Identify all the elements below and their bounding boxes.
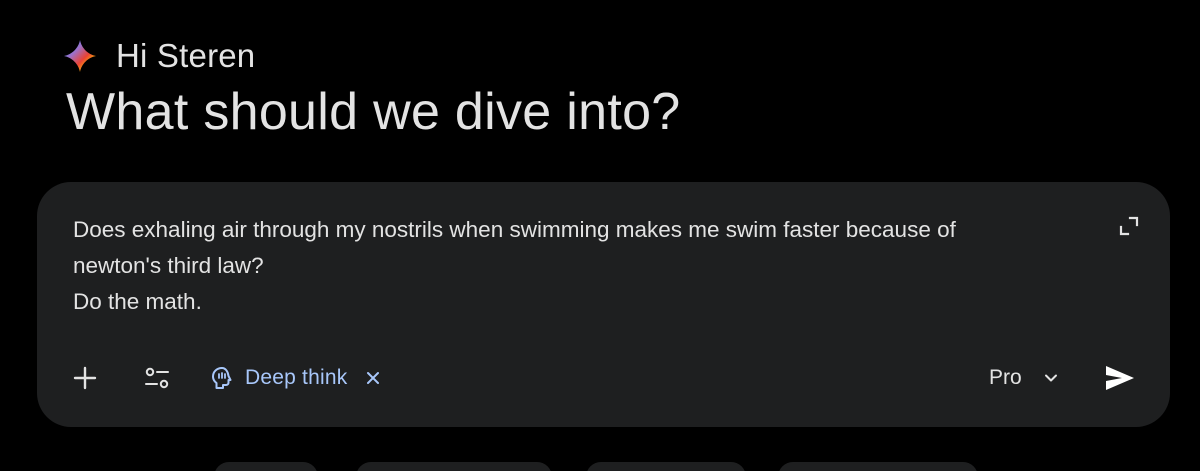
prompt-input[interactable]: Does exhaling air through my nostrils wh… — [73, 212, 1073, 320]
suggestion-chip[interactable] — [356, 462, 552, 471]
expand-icon[interactable] — [1117, 214, 1141, 238]
prompt-line: Do the math. — [73, 289, 202, 314]
page-title: What should we dive into? — [66, 83, 681, 141]
chevron-down-icon — [1044, 374, 1057, 382]
suggestion-chip[interactable] — [214, 462, 318, 471]
deep-think-label: Deep think — [245, 366, 348, 389]
deep-think-chip[interactable]: Deep think — [209, 362, 383, 394]
model-selector[interactable]: Pro — [989, 362, 1060, 394]
plus-icon — [73, 366, 97, 390]
model-label: Pro — [989, 366, 1022, 389]
tools-button[interactable] — [141, 362, 173, 394]
add-button[interactable] — [69, 362, 101, 394]
greeting-text: Hi Steren — [116, 37, 256, 74]
tune-icon — [145, 367, 169, 389]
gemini-sparkle-icon — [64, 40, 96, 72]
lightbulb-head-icon — [212, 367, 232, 389]
greeting: Hi Steren — [62, 34, 255, 78]
suggestion-chip[interactable] — [586, 462, 746, 471]
close-icon[interactable] — [363, 368, 383, 388]
prompt-line: Does exhaling air through my nostrils wh… — [73, 217, 956, 242]
prompt-input-card[interactable]: Does exhaling air through my nostrils wh… — [37, 182, 1170, 427]
prompt-line: newton's third law? — [73, 253, 264, 278]
gemini-home-screen: Hi Steren What should we dive into? Does… — [0, 0, 1200, 471]
suggestion-chip[interactable] — [778, 462, 978, 471]
send-icon[interactable] — [1103, 362, 1137, 394]
